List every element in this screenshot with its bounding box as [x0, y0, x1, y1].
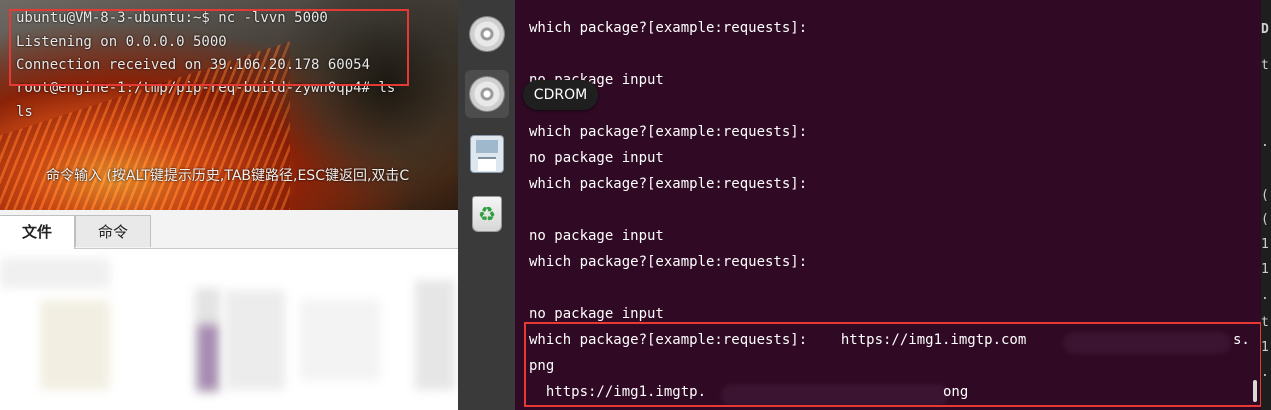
edge-text: D	[1261, 22, 1269, 37]
blurred-row	[40, 300, 110, 390]
edge-text: (	[1261, 188, 1269, 203]
blurred-row	[225, 290, 285, 390]
file-panel: 文件 命令	[0, 210, 458, 410]
edge-text: .	[1261, 135, 1269, 150]
terminal-scrollbar[interactable]	[1253, 380, 1257, 402]
dock-tooltip: CDROM	[523, 80, 598, 110]
launcher-dock: ♻	[458, 0, 515, 410]
terminal-line: which package?[example:requests]:	[529, 254, 808, 270]
terminal-line: no package input	[529, 228, 664, 244]
floppy-icon	[471, 136, 503, 172]
edge-text: t	[1261, 315, 1269, 330]
edge-text: t	[1261, 58, 1269, 73]
trash-icon: ♻	[473, 197, 501, 231]
tab-file[interactable]: 文件	[0, 215, 75, 249]
edge-text: .	[1261, 288, 1269, 303]
blurred-row	[300, 300, 380, 380]
edge-text: 1	[1261, 237, 1269, 252]
highlight-box-left	[9, 9, 409, 86]
terminal-line: which package?[example:requests]:	[529, 176, 808, 192]
terminal-line: ls	[16, 104, 33, 120]
cd-icon	[470, 17, 504, 51]
adjacent-window-edge: D t . ( ( 1 1 . t 1 .	[1261, 0, 1271, 410]
cd-icon	[470, 77, 504, 111]
tab-bar: 文件 命令	[0, 210, 458, 249]
terminal-line: which package?[example:requests]:	[529, 20, 808, 36]
edge-text: 1	[1261, 262, 1269, 277]
edge-text: 1	[1261, 340, 1269, 355]
highlight-box-right	[524, 322, 1262, 407]
edge-text: .	[1261, 365, 1269, 380]
terminal-line: no package input	[529, 306, 664, 322]
dock-cdrom-1[interactable]	[465, 10, 509, 58]
terminal-line: which package?[example:requests]:	[529, 124, 808, 140]
blurred-row	[0, 258, 110, 288]
terminal-line: no package input	[529, 150, 664, 166]
dock-floppy[interactable]	[465, 130, 509, 178]
edge-text: (	[1261, 212, 1269, 227]
blurred-row	[415, 280, 455, 390]
dock-trash[interactable]: ♻	[465, 190, 509, 238]
blurred-row	[198, 325, 218, 390]
tab-command[interactable]: 命令	[75, 215, 151, 247]
dock-cdrom-2[interactable]	[465, 70, 509, 118]
command-input-hint[interactable]: 命令输入 (按ALT键提示历史,TAB键路径,ESC键返回,双击C	[46, 165, 409, 185]
